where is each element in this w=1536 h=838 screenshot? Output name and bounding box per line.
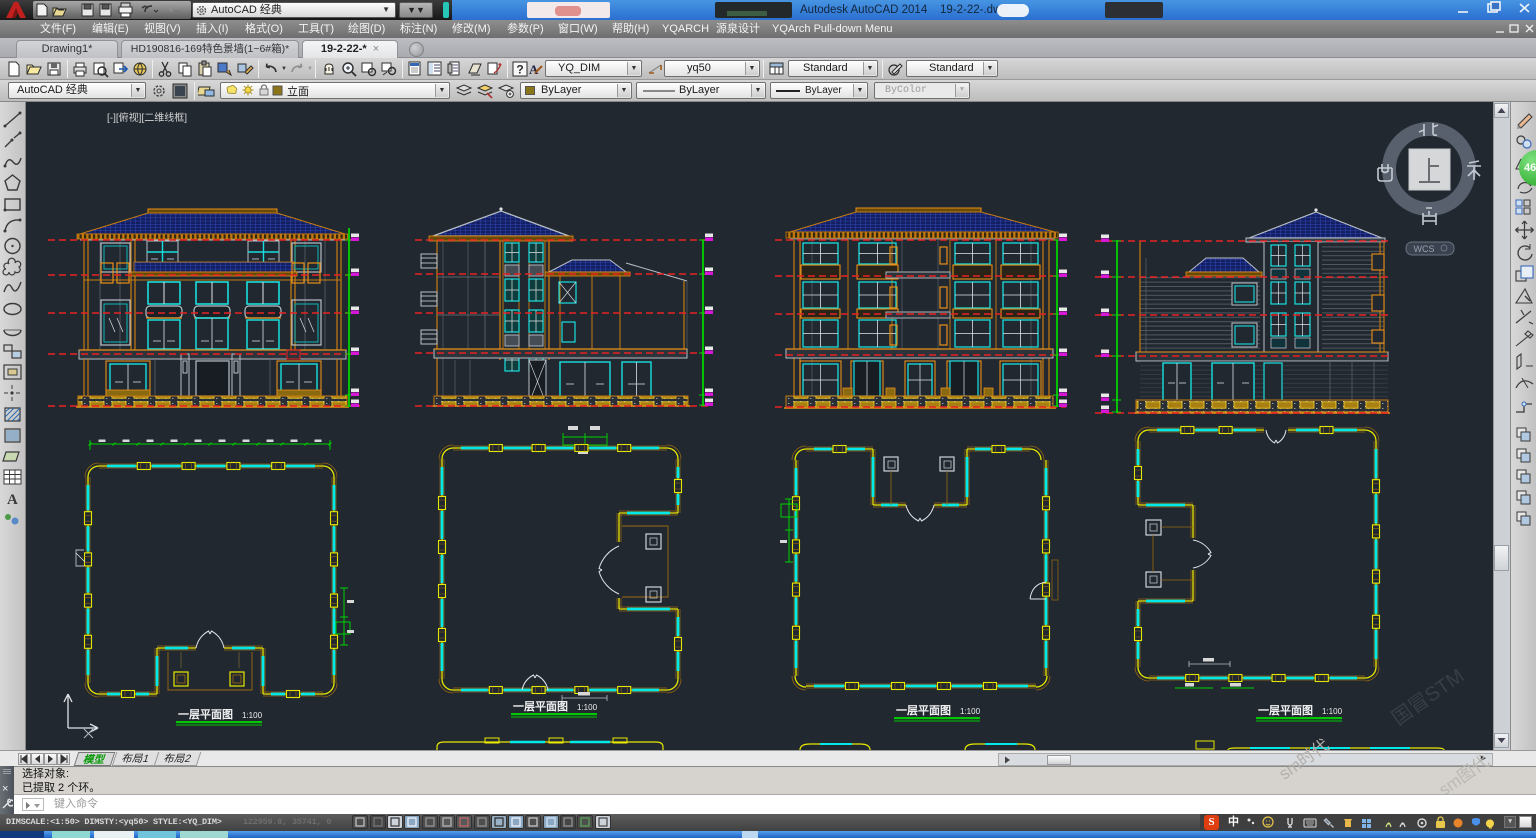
svg-text:1:100: 1:100 [242,711,263,720]
svg-text:立面: 立面 [287,84,309,98]
svg-text:?: ? [516,63,523,77]
svg-text:1:100: 1:100 [1322,707,1343,716]
svg-text:一层平面图: 一层平面图 [513,700,568,713]
svg-text:一层平面图: 一层平面图 [178,708,233,721]
svg-text:一层平面图: 一层平面图 [896,704,951,717]
svg-text:一层平面图: 一层平面图 [1258,704,1313,717]
svg-text:1:100: 1:100 [577,703,598,712]
svg-text:A: A [7,492,18,508]
svg-text:1:100: 1:100 [960,707,981,716]
svg-text:[-][俯视][二维线框]: [-][俯视][二维线框] [107,111,187,124]
svg-text:WCS: WCS [1414,244,1435,254]
